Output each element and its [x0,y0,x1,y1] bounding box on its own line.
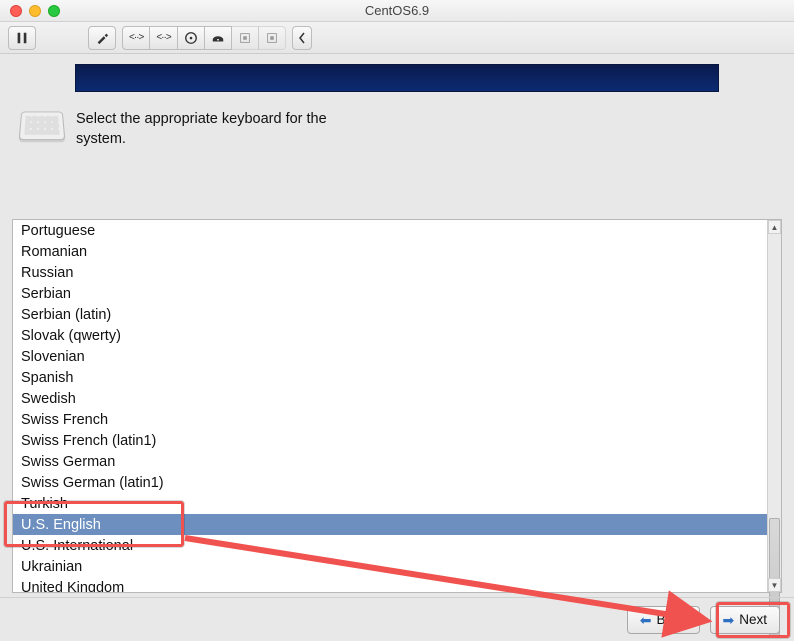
window-title: CentOS6.9 [0,3,794,18]
window-controls [0,5,60,17]
back-button-label: Back [656,612,686,627]
network-adapter-2-icon[interactable]: <··> [149,26,177,50]
next-button-label: Next [739,612,767,627]
list-item[interactable]: Portuguese [13,220,767,241]
scroll-up-button[interactable]: ▲ [768,220,781,234]
list-item[interactable]: Swiss French [13,409,767,430]
list-item[interactable]: U.S. English [13,514,767,535]
device-1-icon[interactable] [231,26,259,50]
instruction-row: Select the appropriate keyboard for the … [0,92,794,163]
wizard-footer: ⬅ Back ➡ Next [0,597,794,641]
network-adapter-1-icon[interactable]: <··> [122,26,150,50]
list-item[interactable]: Swiss German [13,451,767,472]
minimize-window-button[interactable] [29,5,41,17]
list-item[interactable]: Swiss French (latin1) [13,430,767,451]
keyboard-list-container: PortugueseRomanianRussianSerbianSerbian … [12,219,782,593]
list-item[interactable]: Slovak (qwerty) [13,325,767,346]
vm-toolbar: <··> <··> [0,22,794,54]
list-item[interactable]: Swiss German (latin1) [13,472,767,493]
list-item[interactable]: Swedish [13,388,767,409]
list-item[interactable]: Spanish [13,367,767,388]
keyboard-list[interactable]: PortugueseRomanianRussianSerbianSerbian … [13,220,767,592]
installer-body: Select the appropriate keyboard for the … [0,54,794,641]
settings-button[interactable] [88,26,116,50]
next-button[interactable]: ➡ Next [710,606,781,634]
pause-button[interactable] [8,26,36,50]
zoom-window-button[interactable] [48,5,60,17]
scroll-down-button[interactable]: ▼ [768,578,781,592]
list-item[interactable]: Russian [13,262,767,283]
list-item[interactable]: Romanian [13,241,767,262]
collapse-toolbar-icon[interactable] [292,26,312,50]
back-button[interactable]: ⬅ Back [627,606,700,634]
arrow-right-icon: ➡ [723,613,735,627]
list-item[interactable]: United Kingdom [13,577,767,592]
installer-banner [75,64,719,92]
optical-drive-icon[interactable] [204,26,232,50]
arrow-left-icon: ⬅ [640,613,652,627]
list-item[interactable]: Serbian [13,283,767,304]
vertical-scrollbar[interactable]: ▲ ▼ [767,220,781,592]
list-item[interactable]: Turkish [13,493,767,514]
list-item[interactable]: Slovenian [13,346,767,367]
list-item[interactable]: U.S. International [13,535,767,556]
list-item[interactable]: Ukrainian [13,556,767,577]
device-2-icon[interactable] [258,26,286,50]
list-item[interactable]: Serbian (latin) [13,304,767,325]
close-window-button[interactable] [10,5,22,17]
mac-titlebar: CentOS6.9 [0,0,794,22]
hard-disk-icon[interactable] [177,26,205,50]
instruction-text: Select the appropriate keyboard for the … [76,110,356,149]
keyboard-icon [19,112,66,141]
